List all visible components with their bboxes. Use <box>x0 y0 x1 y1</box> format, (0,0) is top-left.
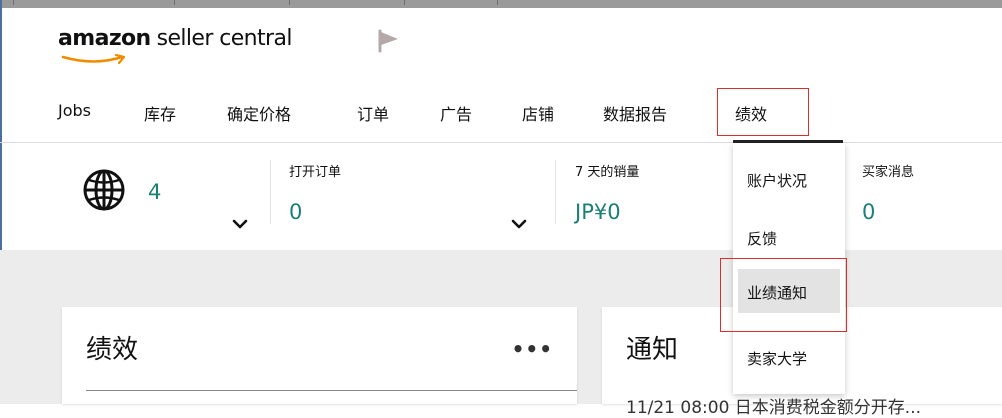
menu-item-account-health[interactable]: 账户状况 <box>733 170 845 191</box>
nav-item-jobs[interactable]: Jobs <box>58 101 91 120</box>
buyer-messages-title: 买家消息 <box>862 165 915 180</box>
metric-separator <box>270 160 271 224</box>
nav-performance-highlight-box <box>717 88 809 136</box>
card-divider <box>86 390 577 391</box>
flag-icon[interactable] <box>376 29 402 53</box>
menu-item-seller-university[interactable]: 卖家大学 <box>733 348 845 369</box>
logo-product-text: seller central <box>156 26 293 51</box>
more-options-icon[interactable]: ••• <box>512 337 553 361</box>
nav-item-stores[interactable]: 店铺 <box>522 101 554 125</box>
open-orders-title: 打开订单 <box>289 165 342 180</box>
menu-item-feedback[interactable]: 反馈 <box>733 228 845 249</box>
open-orders-value: 0 <box>289 200 303 224</box>
notification-item-text[interactable]: 11/21 08:00 日本消费税金额分开存... <box>626 393 921 418</box>
nav-item-reports[interactable]: 数据报告 <box>603 101 667 125</box>
globe-icon <box>83 169 125 211</box>
browser-frame-top <box>0 0 1002 8</box>
nav-item-advertising[interactable]: 广告 <box>440 101 472 125</box>
amazon-smile-icon <box>61 54 126 65</box>
performance-card-title: 绩效 <box>86 335 139 365</box>
buyer-messages-value: 0 <box>862 200 876 224</box>
seller-central-logo[interactable]: amazon seller central <box>58 26 292 66</box>
dropdown-selection-highlight-box <box>720 258 847 332</box>
nav-item-inventory[interactable]: 库存 <box>144 101 176 125</box>
nav-item-orders[interactable]: 订单 <box>357 101 389 125</box>
marketplace-count: 4 <box>148 180 162 204</box>
sales-7d-title: 7 天的销量 <box>575 165 640 180</box>
sales-7d-value: JP¥0 <box>575 200 621 224</box>
logo-brand-text: amazon <box>58 26 151 51</box>
nav-item-pricing[interactable]: 确定价格 <box>227 101 291 125</box>
notifications-card-title: 通知 <box>626 335 679 365</box>
chevron-down-icon[interactable] <box>511 218 527 230</box>
chevron-down-icon[interactable] <box>232 218 248 230</box>
nav-divider <box>0 142 1002 143</box>
performance-card: 绩效 ••• <box>62 307 577 404</box>
metric-separator <box>555 160 556 224</box>
